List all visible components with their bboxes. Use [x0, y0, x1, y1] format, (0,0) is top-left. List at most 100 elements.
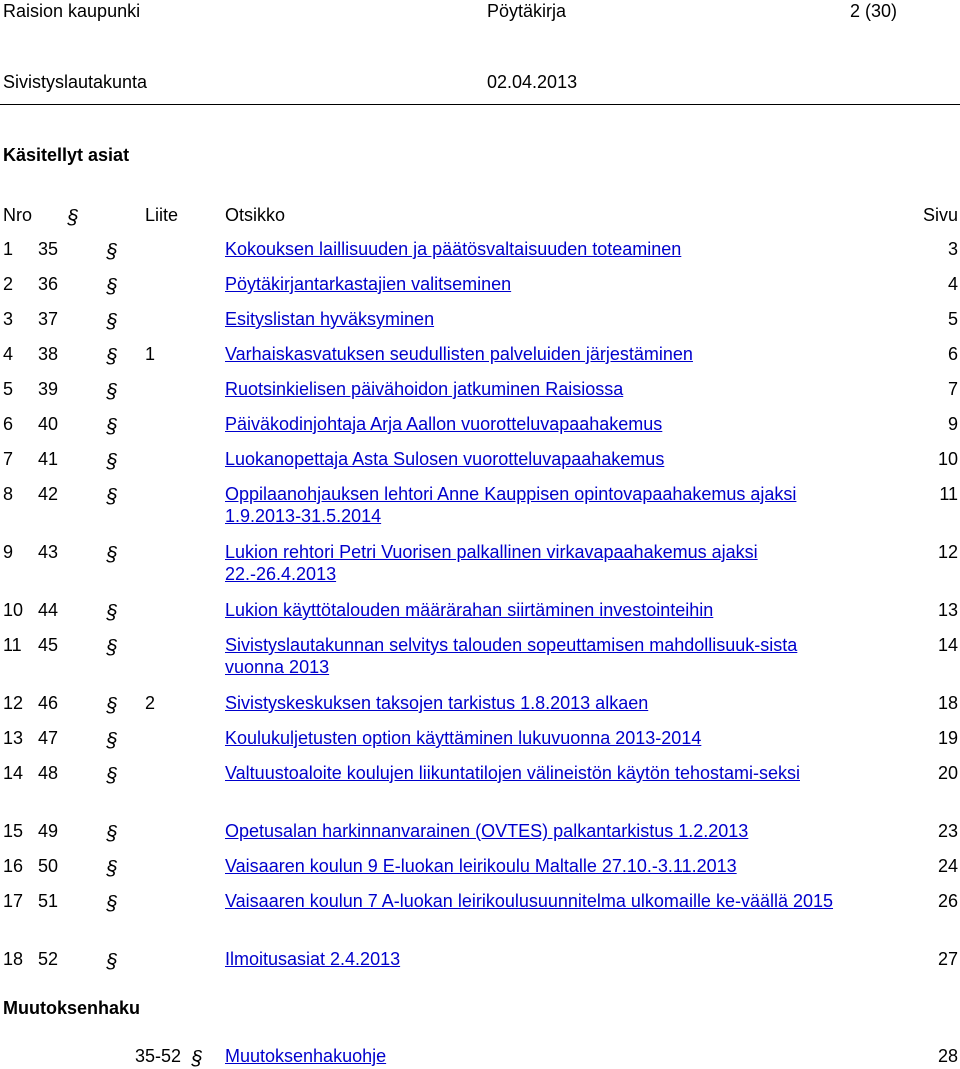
- agenda-item-link[interactable]: Ruotsinkielisen päivähoidon jatkuminen R…: [225, 378, 840, 400]
- item-number: 14: [3, 763, 24, 783]
- section-sign-icon: §: [105, 729, 119, 751]
- item-number: 3: [3, 309, 14, 329]
- paragraph-number: 38: [38, 344, 59, 364]
- page-ref: 18: [937, 693, 958, 713]
- item-number: 16: [3, 856, 24, 876]
- item-number: 2: [3, 274, 14, 294]
- agenda-item-link[interactable]: Sivistyslautakunnan selvitys talouden so…: [225, 634, 840, 678]
- city-name: Raision kaupunki: [3, 1, 141, 21]
- item-number: 6: [3, 414, 14, 434]
- agenda-item-link[interactable]: Lukion rehtori Petri Vuorisen palkalline…: [225, 541, 840, 585]
- item-number: 4: [3, 344, 14, 364]
- svg-text:§: §: [105, 602, 117, 623]
- page-ref: 24: [937, 856, 958, 876]
- page-ref: 23: [937, 821, 958, 841]
- agenda-item-link[interactable]: Lukion käyttötalouden määrärahan siirtäm…: [225, 599, 840, 621]
- paragraph-number: 40: [38, 414, 59, 434]
- page-ref: 20: [937, 763, 958, 783]
- section-sign-icon: §: [105, 892, 119, 914]
- paragraph-number: 41: [38, 449, 59, 469]
- paragraph-number: 48: [38, 763, 59, 783]
- agenda-item-link[interactable]: Vaisaaren koulun 7 A-luokan leirikoulusu…: [225, 890, 840, 912]
- page-ref: 3: [947, 239, 958, 259]
- section-sign-icon: §: [105, 822, 119, 844]
- svg-text:§: §: [105, 893, 117, 914]
- svg-text:§: §: [105, 858, 117, 879]
- section-sign-icon: §: [105, 764, 119, 786]
- section-sign-icon: §: [105, 485, 119, 507]
- paragraph-number: 49: [38, 821, 59, 841]
- item-number: 8: [3, 484, 14, 504]
- item-number: 9: [3, 542, 14, 562]
- agenda-item-link[interactable]: Sivistyskeskuksen taksojen tarkistus 1.8…: [225, 692, 840, 714]
- section-sign-icon: §: [105, 240, 119, 262]
- paragraph-number: 36: [38, 274, 59, 294]
- item-number: 1: [3, 239, 14, 259]
- section-sign-icon: §: [105, 275, 119, 297]
- attachment-number: 2: [145, 693, 156, 713]
- paragraph-number: 50: [38, 856, 59, 876]
- section-sign-icon: §: [105, 345, 119, 367]
- svg-text:§: §: [105, 346, 117, 367]
- section-sign-icon: §: [105, 310, 119, 332]
- page-ref: 10: [937, 449, 958, 469]
- header-divider: [0, 104, 960, 105]
- item-number: 17: [3, 891, 24, 911]
- svg-text:§: §: [105, 544, 117, 565]
- paragraph-number: 39: [38, 379, 59, 399]
- svg-text:§: §: [105, 416, 117, 437]
- appeal-range: 35-52: [135, 1046, 182, 1066]
- page-ref: 26: [937, 891, 958, 911]
- item-number: 13: [3, 728, 24, 748]
- agenda-item-link[interactable]: Esityslistan hyväksyminen: [225, 308, 840, 330]
- section-sign-icon: §: [66, 206, 80, 228]
- column-header-liite: Liite: [145, 205, 179, 225]
- agenda-item-link[interactable]: Opetusalan harkinnanvarainen (OVTES) pal…: [225, 820, 840, 842]
- appeal-instructions-link[interactable]: Muutoksenhakuohje: [225, 1045, 840, 1067]
- paragraph-number: 42: [38, 484, 59, 504]
- page-ref: 19: [937, 728, 958, 748]
- column-header-otsikko: Otsikko: [225, 205, 286, 225]
- agenda-item-link[interactable]: Varhaiskasvatuksen seudullisten palvelui…: [225, 343, 840, 365]
- appeal-section-title: Muutoksenhaku: [3, 998, 141, 1018]
- section-sign-icon: §: [105, 857, 119, 879]
- paragraph-number: 51: [38, 891, 59, 911]
- agenda-item-link[interactable]: Pöytäkirjantarkastajien valitseminen: [225, 273, 840, 295]
- attachment-number: 1: [145, 344, 156, 364]
- paragraph-number: 45: [38, 635, 59, 655]
- page-ref: 4: [947, 274, 958, 294]
- section-sign-icon: §: [105, 636, 119, 658]
- section-sign-icon: §: [105, 950, 119, 972]
- column-header-sivu: Sivu: [922, 205, 958, 225]
- svg-text:§: §: [105, 486, 117, 507]
- paragraph-number: 35: [38, 239, 59, 259]
- page-ref: 6: [947, 344, 958, 364]
- column-header-nro: Nro: [3, 205, 33, 225]
- agenda-item-link[interactable]: Vaisaaren koulun 9 E-luokan leirikoulu M…: [225, 855, 840, 877]
- page-ref: 13: [937, 600, 958, 620]
- svg-text:§: §: [105, 276, 117, 297]
- document-type: Pöytäkirja: [487, 1, 567, 21]
- item-number: 10: [3, 600, 24, 620]
- section-sign-icon: §: [105, 450, 119, 472]
- agenda-item-link[interactable]: Kokouksen laillisuuden ja päätösvaltaisu…: [225, 238, 840, 260]
- svg-text:§: §: [105, 765, 117, 786]
- item-number: 7: [3, 449, 14, 469]
- paragraph-number: 44: [38, 600, 59, 620]
- item-number: 12: [3, 693, 24, 713]
- page-ref: 9: [947, 414, 958, 434]
- agenda-item-link[interactable]: Koulukuljetusten option käyttäminen luku…: [225, 727, 840, 749]
- section-sign-icon: §: [105, 543, 119, 565]
- agenda-item-link[interactable]: Päiväkodinjohtaja Arja Aallon vuorottelu…: [225, 413, 840, 435]
- agenda-item-link[interactable]: Ilmoitusasiat 2.4.2013: [225, 948, 840, 970]
- svg-text:§: §: [105, 695, 117, 716]
- agenda-item-link[interactable]: Valtuustoaloite koulujen liikuntatilojen…: [225, 762, 840, 784]
- svg-text:§: §: [105, 730, 117, 751]
- svg-text:§: §: [190, 1048, 202, 1069]
- agenda-item-link[interactable]: Oppilaanohjauksen lehtori Anne Kauppisen…: [225, 483, 840, 527]
- section-sign-icon: §: [105, 415, 119, 437]
- page-ref: 5: [947, 309, 958, 329]
- agenda-item-link[interactable]: Luokanopettaja Asta Sulosen vuorotteluva…: [225, 448, 840, 470]
- section-sign-icon: §: [105, 694, 119, 716]
- item-number: 18: [3, 949, 24, 969]
